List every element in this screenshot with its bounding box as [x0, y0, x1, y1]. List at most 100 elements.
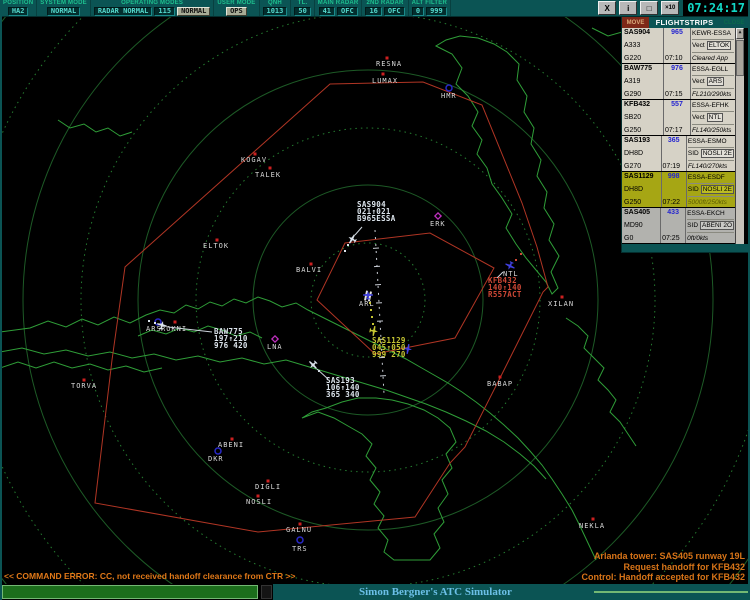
history-trail-dot [372, 323, 374, 325]
strip-clearance-type: Vect [692, 114, 705, 121]
aircraft-icon-sas904[interactable] [346, 233, 358, 246]
flight-strip-sas405[interactable]: SAS405 MD90 G0 433 07:25 ESSA-EKCH SIDAB… [622, 208, 735, 244]
strip-time: 07:22 [663, 199, 685, 206]
strip-aircraft-type: DH8D [624, 186, 659, 193]
flight-strip-sas1129[interactable]: SAS1129 DH8D G250 998 07:22 ESSA-ESDF SI… [622, 172, 735, 208]
toolbar-value[interactable]: 16 [365, 7, 381, 16]
log-line: Arlanda tower: SAS405 runway 19L [581, 551, 745, 562]
strip-gate: G0 [624, 235, 658, 242]
fix-icon [174, 321, 177, 324]
close-button[interactable]: X [598, 1, 616, 15]
waypoint-label-lumax: LUMAX [372, 77, 398, 85]
strip-squawk: 365 [663, 137, 685, 144]
flight-strip-baw775[interactable]: BAW775 A319 G290 976 07:15 ESSA-EGLL Vec… [622, 64, 735, 100]
history-trail-dot [148, 320, 150, 322]
ndb-icon [435, 213, 441, 219]
coastline [566, 318, 636, 446]
toolbar-value[interactable]: 999 [426, 7, 447, 16]
strip-gate: G250 [624, 127, 661, 134]
waypoint-label-kogav: KOGAV [241, 156, 267, 164]
fix-icon [499, 376, 502, 379]
strip-route: ESSA-ESMO [688, 136, 734, 148]
strip-squawk: 976 [665, 65, 689, 72]
aircraft-icon-sas1129[interactable] [369, 325, 379, 336]
strip-clearance-type: SID [687, 222, 698, 229]
strip-squawk: 965 [665, 29, 689, 36]
fix-icon [269, 167, 272, 170]
toolbar-section-position: POSITIONHA2 [0, 0, 37, 16]
zoom-x10-button[interactable]: ×10 [661, 1, 679, 15]
toolbar-value[interactable]: HA2 [8, 7, 29, 16]
window-restore-button[interactable]: □ [640, 1, 658, 15]
flight-strip-sas904[interactable]: SAS904 A333 G220 965 07:10 KEWR-ESSA Vec… [622, 28, 735, 64]
radio-log: Arlanda tower: SAS405 runway 19L Request… [581, 551, 745, 583]
divider-button[interactable] [261, 585, 272, 599]
top-toolbar: POSITIONHA2SYSTEM MODENORMALOPERATING MO… [0, 0, 750, 17]
leader-line [355, 227, 362, 235]
strip-time: 07:17 [665, 127, 689, 134]
fix-icon [382, 73, 385, 76]
toolbar-value[interactable]: 1013 [263, 7, 288, 16]
secondary-input[interactable] [594, 591, 748, 593]
strip-gate: G250 [624, 199, 659, 206]
waypoint-label-torva: TORVA [71, 382, 97, 390]
toolbar-value[interactable]: 50 [294, 7, 310, 16]
strip-cleared-values: FL140/250kts [692, 125, 734, 135]
toolbar-value[interactable]: NORMAL [177, 7, 210, 16]
waypoint-label-lna: LNA [267, 343, 283, 351]
strip-time: 07:19 [663, 163, 685, 170]
command-input[interactable] [2, 585, 258, 599]
aircraft-label-sas904[interactable]: B965ESSA [357, 214, 396, 223]
waypoint-label-nosli: NOSLI [246, 498, 272, 506]
flight-strip-kfb432[interactable]: KFB432 SB20 G250 557 07:17 ESSA-EFHK Vec… [622, 100, 735, 136]
toolbar-sections: POSITIONHA2SYSTEM MODENORMALOPERATING MO… [0, 0, 451, 16]
strip-aircraft-type: SB20 [624, 114, 661, 121]
strip-callsign: SAS405 [624, 209, 658, 216]
close-panel-button[interactable]: CLOSE [720, 17, 748, 28]
strips-scrollbar[interactable]: ▲ [735, 28, 744, 244]
toolbar-section-label: TL. [298, 0, 308, 7]
toolbar-section-label: ALT FILTER [412, 0, 447, 7]
strip-clearance-type: Vect [692, 42, 705, 49]
strip-clearance-value: ABENI 2O [700, 221, 734, 230]
aircraft-label-kfb432[interactable]: R557ACT [488, 290, 522, 299]
strip-aircraft-type: A333 [624, 42, 661, 49]
strip-callsign: SAS193 [624, 137, 659, 144]
aircraft-label-baw775[interactable]: 976 420 [214, 341, 248, 350]
strip-cleared-values: FL210/290kts [692, 89, 734, 99]
log-line: Request handoff for KFB432 [581, 562, 745, 573]
scroll-up-icon[interactable]: ▲ [736, 28, 744, 39]
waypoint-label-babap: BABAP [487, 380, 513, 388]
toolbar-value[interactable]: OFC [337, 7, 358, 16]
toolbar-value[interactable]: 115 [154, 7, 175, 16]
toolbar-value[interactable]: RADAR NORMAL [94, 7, 153, 16]
toolbar-value[interactable]: OPS [226, 7, 247, 16]
strip-squawk: 998 [663, 173, 685, 180]
strip-clearance: SIDNOSLI 2E [688, 148, 734, 160]
history-trail-dot [371, 316, 373, 318]
toolbar-value[interactable]: 0 [412, 7, 424, 16]
move-button[interactable]: MOVE [622, 17, 649, 28]
aircraft-label-sas1129[interactable]: 999 270 [372, 350, 406, 359]
strip-clearance: SIDNOSLI 2E [688, 184, 734, 196]
app-title: Simon Bergner's ATC Simulator [359, 586, 512, 598]
info-button[interactable]: i [619, 1, 637, 15]
scroll-thumb[interactable] [736, 40, 744, 76]
sector-boundary [95, 82, 548, 532]
waypoint-label-trs: TRS [292, 545, 308, 553]
strip-time: 07:10 [665, 55, 689, 62]
coastline [58, 120, 132, 136]
clock: 07:24:17 [683, 0, 749, 16]
toolbar-value[interactable]: NORMAL [47, 7, 80, 16]
vor-icon [297, 537, 303, 543]
fix-icon [561, 296, 564, 299]
toolbar-section-qnh: QNH1013 [260, 0, 292, 16]
flight-strip-sas193[interactable]: SAS193 DH8D G270 365 07:19 ESSA-ESMO SID… [622, 136, 735, 172]
strip-time: 07:15 [665, 91, 689, 98]
strip-route: ESSA-EFHK [692, 100, 734, 112]
flightstrips-panel: MOVE FLIGHTSTRIPS CLOSE SAS904 A333 G220… [621, 16, 749, 253]
toolbar-value[interactable]: OFC [384, 7, 405, 16]
aircraft-label-sas193[interactable]: 365 340 [326, 390, 360, 399]
toolbar-section-label: OPERATING MODES [121, 0, 183, 7]
toolbar-value[interactable]: 41 [319, 7, 335, 16]
